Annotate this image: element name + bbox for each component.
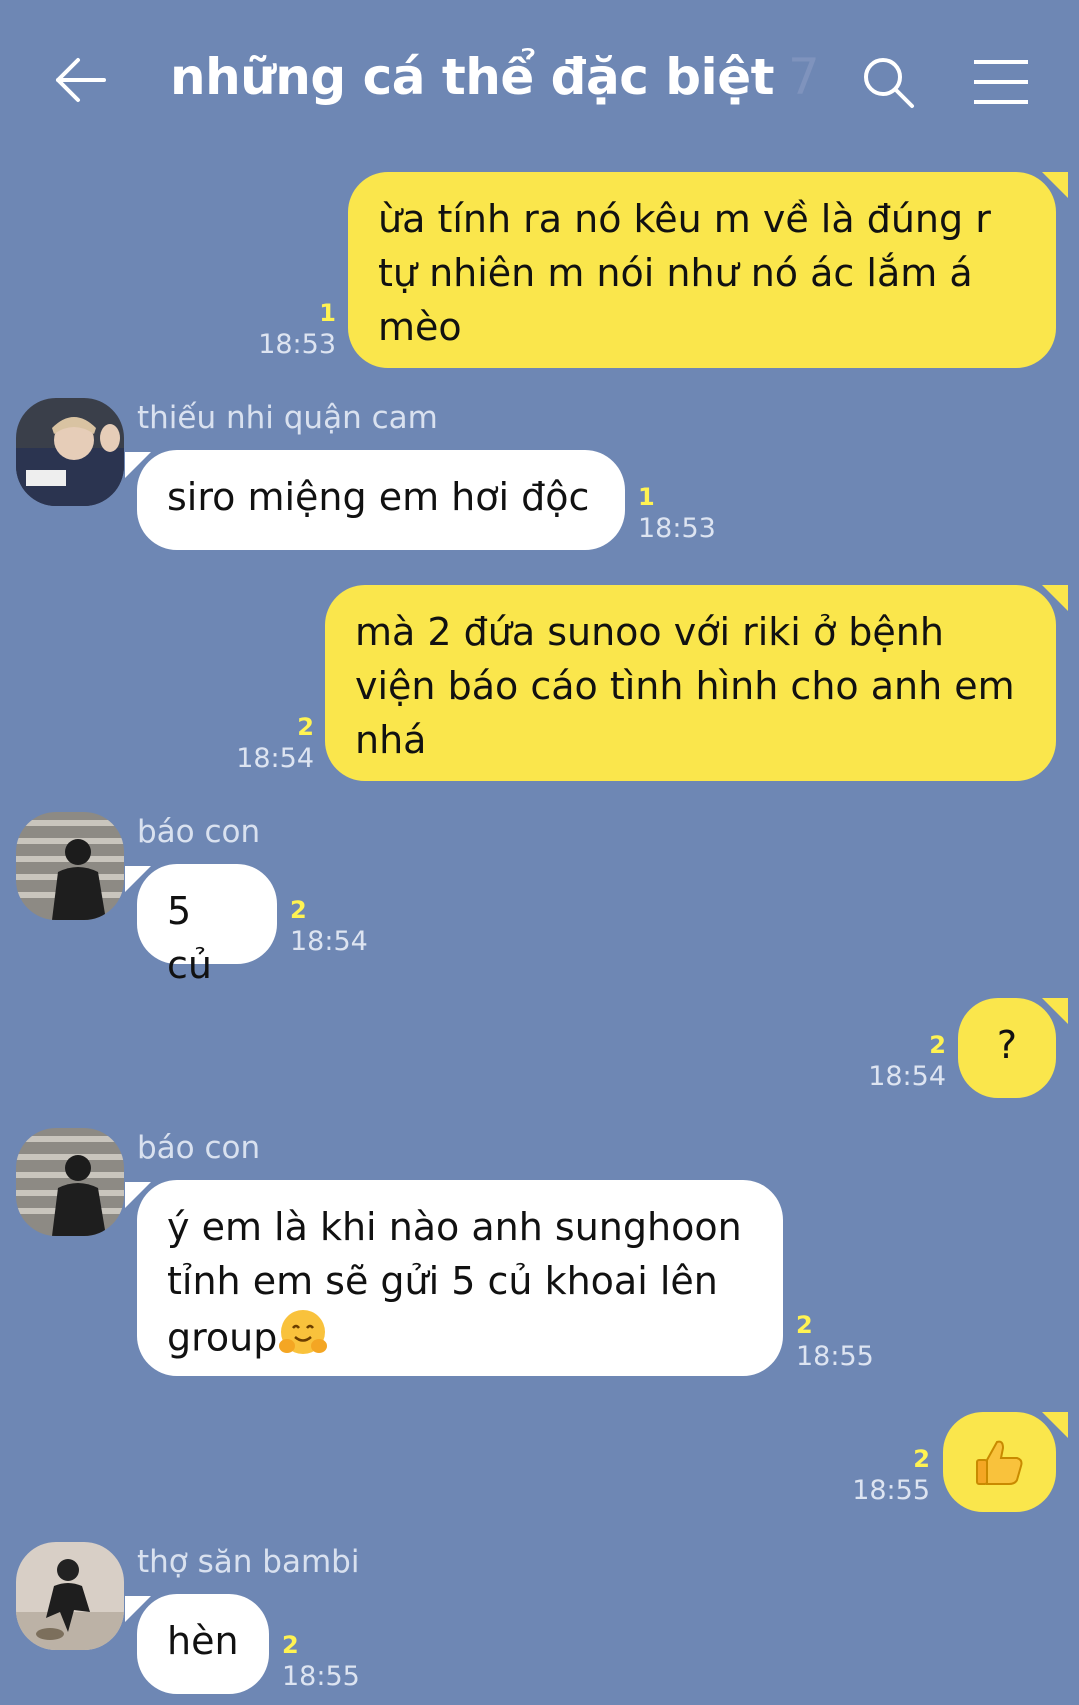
avatar[interactable] [16,1128,124,1236]
hugging-face-icon [277,1308,331,1372]
message-text: 5 củ [167,889,212,987]
message-bubble-incoming[interactable]: 5 củ [125,864,277,987]
message-text: ? [996,1023,1018,1067]
message-time: 18:54 [236,743,314,774]
chat-title-text: những cá thể đặc biệt [170,48,775,106]
thumbs-up-icon [973,1436,1025,1502]
sender-name: báo con [137,1130,261,1166]
back-arrow-icon[interactable] [52,50,112,110]
message-meta: 2 18:54 [214,712,314,776]
message-bubble-incoming[interactable]: hèn [125,1594,269,1694]
message-line: ý em là khi nào anh sunghoon [167,1205,742,1249]
unread-count: 2 [796,1311,813,1339]
message-line: viện báo cáo tình hình cho anh em [355,664,1015,708]
sender-name: báo con [137,814,261,850]
message-line: mà 2 đứa sunoo với riki ở bệnh [355,610,944,654]
message-line: nhá [355,718,427,762]
message-bubble-outgoing[interactable] [943,1412,1068,1512]
message-meta: 1 18:53 [236,298,336,362]
unread-count: 2 [290,896,307,924]
message-meta: 2 18:55 [830,1444,930,1508]
message-line: tự nhiên m nói như nó ác lắm á [378,251,973,295]
message-line: ừa tính ra nó kêu m về là đúng r [378,197,991,241]
message-meta: 2 18:55 [282,1630,382,1694]
message-bubble-outgoing[interactable]: mà 2 đứa sunoo với riki ở bệnh viện báo … [325,585,1068,781]
search-icon[interactable] [858,52,918,112]
unread-count: 2 [929,1031,946,1059]
avatar[interactable] [16,812,124,920]
avatar[interactable] [16,398,124,506]
message-time: 18:54 [290,926,368,957]
menu-icon[interactable] [970,56,1032,108]
unread-count: 1 [638,483,655,511]
message-bubble-outgoing[interactable]: ? [958,998,1068,1098]
unread-count: 2 [297,713,314,741]
chat-header: những cá thể đặc biệt 7 [0,0,1079,160]
chat-title: những cá thể đặc biệt 7 [170,48,820,106]
sender-name: thợ săn bambi [137,1544,360,1580]
message-bubble-incoming[interactable]: siro miệng em hơi độc [125,450,625,550]
message-bubble-incoming[interactable]: ý em là khi nào anh sunghoon tỉnh em sẽ … [125,1180,783,1376]
unread-count: 1 [319,299,336,327]
member-count: 7 [788,48,820,106]
message-line: tỉnh em sẽ gửi 5 củ khoai lên [167,1259,718,1303]
message-line: group [167,1315,278,1360]
message-time: 18:53 [258,329,336,360]
message-time: 18:53 [638,513,716,544]
sender-name: thiếu nhi quận cam [137,400,438,436]
message-time: 18:55 [796,1341,874,1372]
message-meta: 2 18:54 [290,895,390,959]
avatar[interactable] [16,1542,124,1650]
message-line-with-emoji: group [167,1308,753,1372]
message-time: 18:55 [852,1475,930,1506]
message-time: 18:55 [282,1661,360,1692]
message-line: mèo [378,305,462,349]
message-bubble-outgoing[interactable]: ừa tính ra nó kêu m về là đúng r tự nhiê… [348,172,1068,368]
message-meta: 1 18:53 [638,482,738,546]
unread-count: 2 [282,1631,299,1659]
message-time: 18:54 [868,1061,946,1092]
message-meta: 2 18:54 [846,1030,946,1094]
message-meta: 2 18:55 [796,1310,896,1374]
message-text: siro miệng em hơi độc [167,475,590,519]
message-text: hèn [167,1619,239,1663]
unread-count: 2 [913,1445,930,1473]
